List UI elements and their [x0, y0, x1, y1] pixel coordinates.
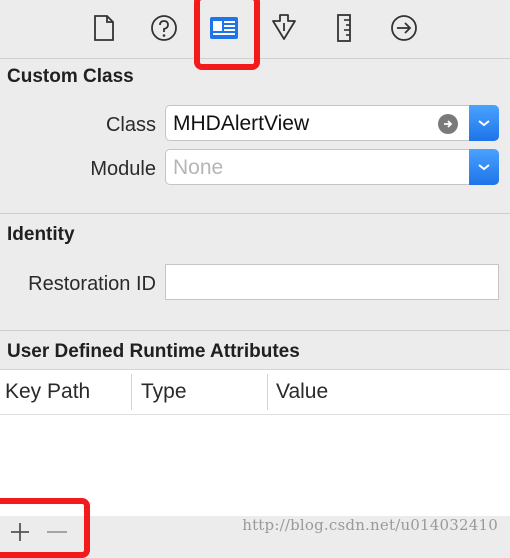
column-header-value[interactable]: Value	[276, 380, 328, 404]
module-dropdown-button[interactable]	[469, 149, 499, 185]
identity-highlight-box	[194, 0, 260, 70]
chevron-down-icon	[478, 120, 490, 127]
chevron-down-icon	[478, 164, 490, 171]
help-icon[interactable]	[144, 8, 184, 48]
runtime-attributes-title: User Defined Runtime Attributes	[7, 341, 300, 362]
file-icon[interactable]	[84, 8, 124, 48]
runtime-attributes-table[interactable]: Key Path Type Value	[0, 369, 510, 517]
restoration-id-label: Restoration ID	[28, 273, 156, 295]
connections-icon[interactable]	[384, 8, 424, 48]
module-combobox[interactable]: None	[165, 149, 499, 185]
module-label: Module	[90, 158, 156, 180]
section-divider	[0, 330, 510, 331]
add-remove-highlight-box	[0, 498, 90, 558]
module-value[interactable]: None	[173, 156, 223, 180]
column-header-type[interactable]: Type	[141, 380, 187, 404]
watermark-text: http://blog.csdn.net/u014032410	[242, 516, 498, 534]
class-dropdown-button[interactable]	[469, 105, 499, 141]
custom-class-title: Custom Class	[7, 66, 134, 87]
attributes-icon[interactable]	[264, 8, 304, 48]
go-arrow-icon[interactable]	[438, 114, 458, 134]
column-separator	[267, 374, 268, 410]
size-icon[interactable]	[324, 8, 364, 48]
identity-title: Identity	[7, 224, 75, 245]
column-header-key-path[interactable]: Key Path	[5, 380, 90, 404]
restoration-id-field[interactable]	[165, 264, 499, 300]
column-separator	[131, 374, 132, 410]
inspector-toolbar	[0, 0, 510, 70]
class-value[interactable]: MHDAlertView	[173, 112, 309, 136]
class-label: Class	[105, 114, 156, 136]
table-header-line	[0, 414, 510, 415]
section-divider	[0, 213, 510, 214]
class-combobox[interactable]: MHDAlertView	[165, 105, 499, 141]
